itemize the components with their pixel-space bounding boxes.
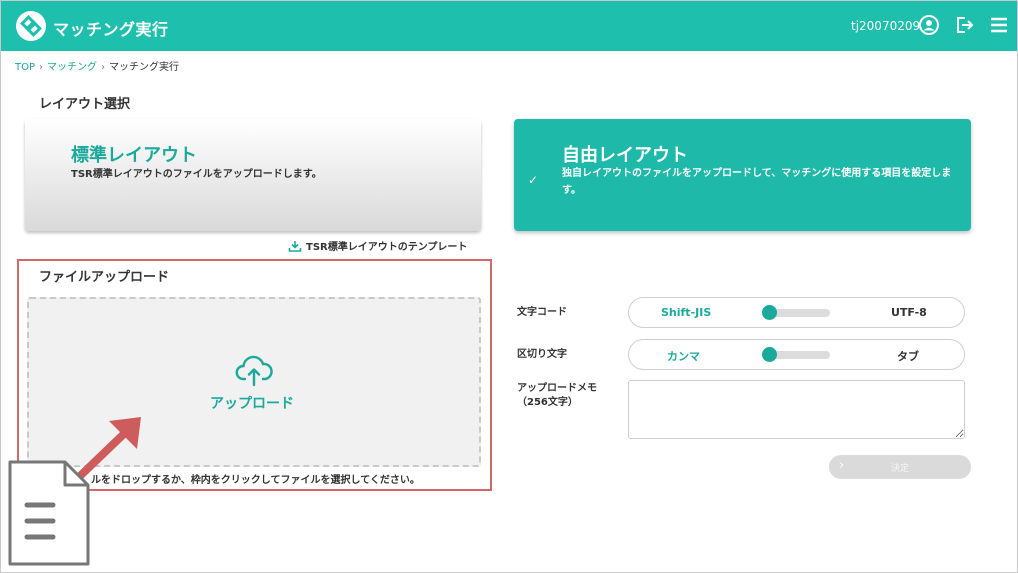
free-layout-card[interactable]: ✓ 自由レイアウト 独自レイアウトのファイルをアップロードして、マッチングに使用… (514, 119, 971, 231)
memo-label: アップロードメモ （256文字） (517, 382, 597, 410)
breadcrumb-separator: › (39, 62, 44, 73)
chevron-right-icon: › (839, 458, 845, 473)
document-file-icon (8, 460, 90, 566)
file-upload-heading: ファイルアップロード (39, 270, 170, 285)
charset-option-utf8[interactable]: UTF-8 (891, 306, 927, 319)
breadcrumb-separator: › (101, 62, 106, 73)
breadcrumb-top-link[interactable]: TOP (15, 62, 35, 73)
logout-icon[interactable] (953, 14, 975, 36)
app-logo-icon[interactable] (15, 10, 47, 42)
layout-select-heading: レイアウト選択 (39, 97, 131, 112)
breadcrumb-current: マッチング実行 (109, 62, 180, 73)
charset-toggle[interactable]: Shift-JIS UTF-8 (628, 297, 965, 328)
app-title: マッチング実行 (53, 20, 169, 39)
user-account-icon[interactable] (918, 14, 940, 36)
memo-label-line1: アップロードメモ (517, 383, 597, 394)
upload-label: アップロード (210, 396, 294, 412)
selected-check-icon: ✓ (528, 173, 539, 187)
user-id: tj20070209 (851, 19, 921, 33)
standard-layout-title: 標準レイアウト (71, 145, 197, 166)
free-layout-description: 独自レイアウトのファイルをアップロードして、マッチングに使用する項目を設定します… (562, 168, 952, 196)
template-download-link[interactable]: TSR標準レイアウトのテンプレート (288, 238, 467, 253)
charset-option-shiftjis[interactable]: Shift-JIS (661, 306, 711, 319)
memo-label-line2: （256文字） (517, 397, 578, 408)
charset-label: 文字コード (517, 307, 567, 318)
delimiter-option-tab[interactable]: タブ (897, 348, 919, 364)
delimiter-toggle-knob[interactable] (762, 347, 777, 362)
delimiter-toggle[interactable]: カンマ タブ (628, 339, 965, 370)
breadcrumb: TOP › マッチング › マッチング実行 (15, 58, 179, 73)
template-link-label: TSR標準レイアウトのテンプレート (306, 242, 468, 253)
breadcrumb-matching-link[interactable]: マッチング (47, 62, 97, 73)
submit-label: 決定 (891, 464, 910, 474)
memo-textarea[interactable] (628, 380, 965, 439)
app-header: マッチング実行 tj20070209 (1, 1, 1017, 51)
delimiter-label: 区切り文字 (517, 349, 567, 360)
cloud-upload-icon (235, 355, 273, 387)
download-icon (288, 241, 302, 252)
hamburger-menu-icon[interactable] (988, 14, 1010, 36)
standard-layout-card[interactable]: 標準レイアウト TSR標準レイアウトのファイルをアップロードします。 (25, 119, 481, 231)
delimiter-option-comma[interactable]: カンマ (667, 348, 700, 364)
charset-toggle-knob[interactable] (762, 305, 777, 320)
submit-button[interactable]: › 決定 (829, 455, 971, 479)
standard-layout-description: TSR標準レイアウトのファイルをアップロードします。 (71, 169, 322, 180)
free-layout-title: 自由レイアウト (562, 145, 688, 166)
